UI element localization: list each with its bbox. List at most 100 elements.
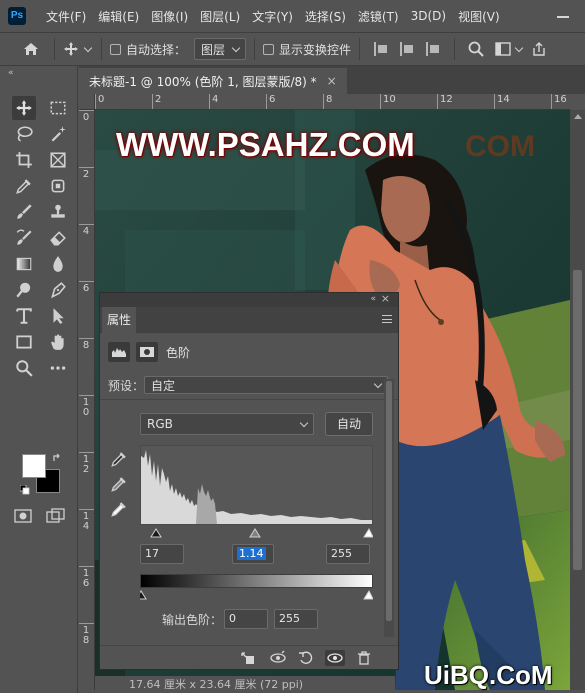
- dodge-icon[interactable]: [12, 278, 36, 302]
- white-point-eyedropper-icon[interactable]: [110, 500, 128, 518]
- chevron-down-icon: [373, 379, 383, 388]
- menu-filter[interactable]: 滤镜(T): [358, 8, 399, 25]
- scrollbar-thumb[interactable]: [573, 270, 582, 570]
- input-black-field[interactable]: 17: [140, 544, 184, 564]
- panel-menu-icon[interactable]: [382, 315, 392, 323]
- document-tab[interactable]: 未标题-1 @ 100% (色阶 1, 图层蒙版/8) * ×: [79, 68, 347, 94]
- default-colors-icon[interactable]: [19, 484, 30, 495]
- menu-type[interactable]: 文字(Y): [252, 8, 293, 25]
- minimize-icon[interactable]: [557, 16, 569, 18]
- frame-tool-icon[interactable]: [46, 148, 70, 172]
- menu-file[interactable]: 文件(F): [46, 8, 86, 25]
- ruler-label: 0: [98, 94, 105, 105]
- ruler-label: 1 6: [82, 568, 90, 589]
- menu-select[interactable]: 选择(S): [305, 8, 346, 25]
- ruler-tick: [494, 94, 495, 109]
- more-tools-icon[interactable]: [46, 356, 70, 380]
- gradient-icon[interactable]: [12, 252, 36, 276]
- menu-edit[interactable]: 编辑(E): [98, 8, 139, 25]
- collapse-panel-icon[interactable]: «: [370, 294, 376, 304]
- show-transform-checkbox[interactable]: [263, 43, 275, 55]
- menu-3d[interactable]: 3D(D): [411, 9, 446, 23]
- panel-header[interactable]: « ×: [100, 292, 398, 307]
- share-icon[interactable]: [531, 41, 547, 57]
- align-left-icon[interactable]: [374, 42, 388, 56]
- close-document-icon[interactable]: ×: [327, 74, 337, 88]
- move-tool-icon[interactable]: [12, 96, 36, 120]
- chevron-down-icon: [231, 43, 241, 52]
- input-gamma-field[interactable]: 1.14: [232, 544, 274, 564]
- input-levels-slider[interactable]: [140, 527, 374, 539]
- view-previous-icon[interactable]: [270, 650, 286, 666]
- watermark-ghost-text: COM: [465, 130, 535, 163]
- zoom-icon[interactable]: [12, 356, 36, 380]
- visibility-icon[interactable]: [325, 650, 345, 666]
- collapse-panel-icon[interactable]: «: [8, 68, 14, 78]
- reset-icon[interactable]: [298, 650, 314, 666]
- output-levels-slider[interactable]: [135, 589, 374, 601]
- black-point-eyedropper-icon[interactable]: [110, 450, 128, 468]
- tool-panel: «: [0, 66, 78, 693]
- panel-scrollbar[interactable]: [384, 379, 394, 637]
- panel-scrollbar-thumb[interactable]: [386, 381, 392, 621]
- gray-point-eyedropper-icon[interactable]: [110, 475, 128, 493]
- move-tool-preset-icon[interactable]: [63, 40, 93, 58]
- swap-colors-icon[interactable]: [52, 452, 62, 462]
- auto-button[interactable]: 自动: [325, 412, 373, 436]
- separator: [54, 38, 55, 60]
- clip-to-layer-icon[interactable]: [240, 650, 256, 666]
- channel-dropdown[interactable]: RGB: [140, 413, 314, 435]
- layer-mask-icon[interactable]: [136, 342, 158, 362]
- ruler-label: 2: [155, 94, 162, 105]
- search-icon[interactable]: [467, 40, 485, 58]
- ruler-origin[interactable]: [79, 94, 95, 110]
- crop-tool-icon[interactable]: [12, 148, 36, 172]
- scroll-up-icon[interactable]: [574, 114, 582, 119]
- eyedropper-icon[interactable]: [12, 174, 36, 198]
- auto-select-checkbox[interactable]: [110, 43, 121, 55]
- output-levels-label: 输出色阶：: [162, 613, 223, 627]
- rectangle-icon[interactable]: [12, 330, 36, 354]
- history-brush-icon[interactable]: [12, 226, 36, 250]
- eraser-icon[interactable]: [46, 226, 70, 250]
- output-white-field[interactable]: 255: [274, 609, 318, 629]
- menu-image[interactable]: 图像(I): [151, 8, 188, 25]
- close-icon[interactable]: ×: [381, 292, 390, 305]
- auto-select-target-dropdown[interactable]: 图层: [194, 38, 247, 60]
- menu-view[interactable]: 视图(V): [458, 8, 500, 25]
- levels-adjustment-icon[interactable]: [108, 342, 130, 362]
- quick-mask-icon[interactable]: [14, 508, 32, 524]
- foreground-color-swatch[interactable]: [22, 454, 46, 478]
- home-icon[interactable]: [22, 40, 40, 58]
- watermark-text: WWW.PSAHZ.COM: [116, 126, 415, 163]
- align-right-icon[interactable]: [426, 42, 440, 56]
- magic-wand-icon[interactable]: [46, 122, 70, 146]
- hand-icon[interactable]: [46, 330, 70, 354]
- blur-icon[interactable]: [46, 252, 70, 276]
- lasso-tool-icon[interactable]: [12, 122, 36, 146]
- vertical-ruler: 0 2 4 6 8 1 0 1 2 1 4 1 6 1 8: [79, 110, 95, 690]
- auto-select-label: 自动选择：: [126, 42, 187, 57]
- stamp-icon[interactable]: [46, 200, 70, 224]
- path-select-icon[interactable]: [46, 304, 70, 328]
- delete-icon[interactable]: [356, 650, 372, 666]
- chevron-down-icon: [514, 43, 524, 52]
- ruler-label: 4: [82, 226, 90, 237]
- vertical-scrollbar[interactable]: [570, 110, 585, 690]
- ruler-tick: [79, 167, 94, 168]
- menu-layer[interactable]: 图层(L): [200, 8, 240, 25]
- align-center-icon[interactable]: [400, 42, 414, 56]
- tab-properties[interactable]: 属性: [102, 307, 136, 333]
- type-icon[interactable]: [12, 304, 36, 328]
- pen-icon[interactable]: [46, 278, 70, 302]
- input-white-field[interactable]: 255: [326, 544, 370, 564]
- workspace-icon[interactable]: [495, 40, 524, 58]
- preset-dropdown[interactable]: 自定: [144, 376, 388, 394]
- marquee-tool-icon[interactable]: [46, 96, 70, 120]
- ruler-label: 1 8: [82, 625, 90, 646]
- output-black-field[interactable]: 0: [224, 609, 268, 629]
- brush-icon[interactable]: [12, 200, 36, 224]
- spot-healing-icon[interactable]: [46, 174, 70, 198]
- screen-mode-icon[interactable]: [46, 508, 66, 524]
- ruler-tick: [323, 94, 324, 109]
